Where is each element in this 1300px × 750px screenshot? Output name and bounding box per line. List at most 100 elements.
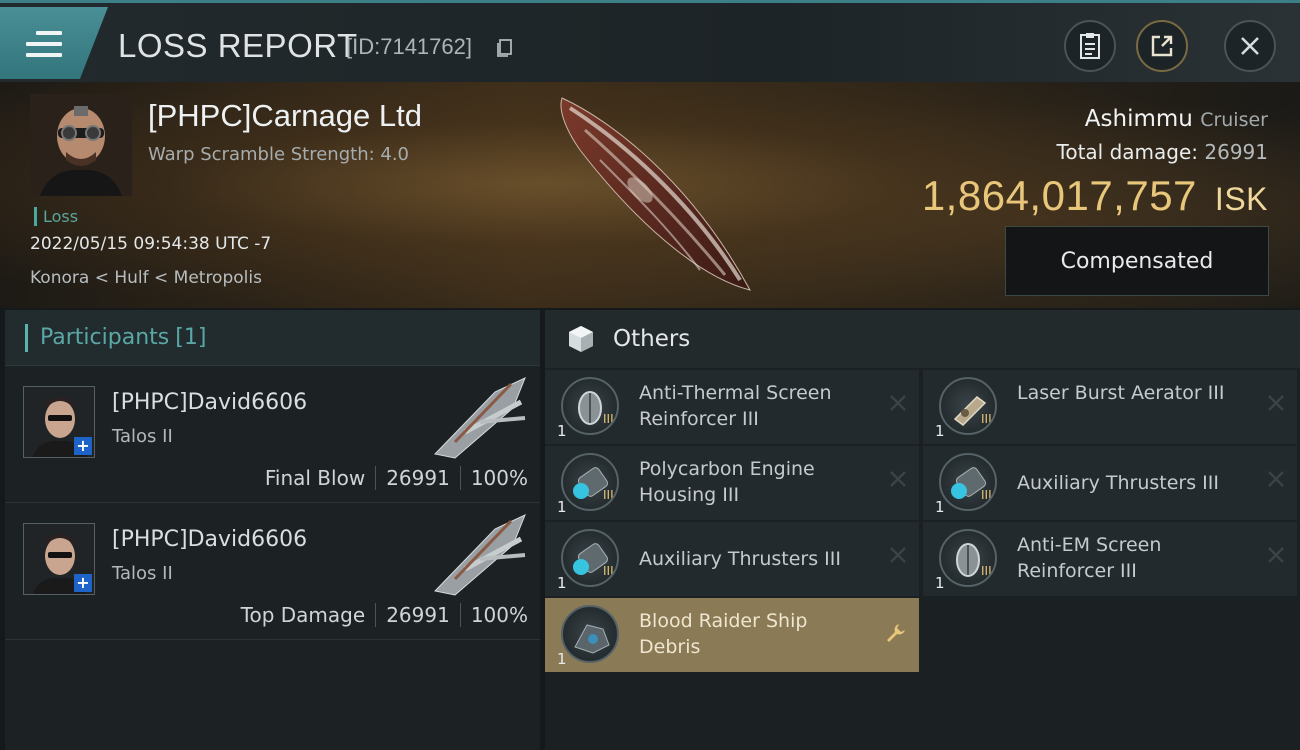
close-button[interactable] xyxy=(1224,20,1276,72)
debris-icon xyxy=(561,605,619,663)
stat-divider xyxy=(375,466,377,490)
header-bar: LOSS REPORT [ID:7141762] xyxy=(0,0,1300,82)
plus-icon: + xyxy=(74,437,92,455)
isk-amount: 1,864,017,757 xyxy=(921,172,1197,219)
svg-text:III: III xyxy=(981,488,992,502)
thruster-module-icon: III xyxy=(561,529,619,587)
participants-panel: Participants [1] + [PHPC]David6606 Talos… xyxy=(5,310,540,750)
svg-text:III: III xyxy=(981,412,992,426)
page-title: LOSS REPORT xyxy=(118,27,358,64)
stat-divider xyxy=(459,466,461,490)
participant-avatar[interactable]: + xyxy=(23,386,95,458)
item-quantity: 1 xyxy=(935,422,945,440)
share-button[interactable] xyxy=(1136,20,1188,72)
pilot-portrait-image xyxy=(30,94,132,196)
total-damage-value: 26991 xyxy=(1204,140,1268,164)
others-panel: Others III 1 Anti-Thermal Screen Reinfor… xyxy=(545,310,1300,750)
item-slot[interactable]: III 1 Polycarbon Engine Housing III xyxy=(545,446,919,520)
menu-icon xyxy=(26,31,62,59)
item-name: Polycarbon Engine Housing III xyxy=(639,458,815,506)
others-header: Others xyxy=(545,310,1300,368)
victim-portrait[interactable] xyxy=(30,94,132,196)
participant-name[interactable]: [PHPC]David6606 xyxy=(112,527,307,552)
others-title: Others xyxy=(613,326,691,352)
wrench-icon[interactable] xyxy=(885,622,907,644)
menu-button[interactable] xyxy=(0,7,108,79)
item-slot[interactable]: III 1 Laser Burst Aerator III xyxy=(923,370,1297,444)
destroyed-x-icon xyxy=(1268,471,1284,487)
participant-ship-image xyxy=(434,514,526,596)
isk-value: 1,864,017,757 ISK xyxy=(922,172,1268,220)
shield-module-icon: III xyxy=(561,377,619,435)
item-quantity: 1 xyxy=(935,498,945,516)
destroyed-x-icon xyxy=(890,547,906,563)
participant-stats: Top Damage 26991 100% xyxy=(241,603,528,627)
participants-title: Participants xyxy=(40,325,170,350)
item-slot[interactable]: III 1 Auxiliary Thrusters III xyxy=(545,522,919,596)
aerator-module-icon: III xyxy=(939,377,997,435)
svg-text:III: III xyxy=(603,488,614,502)
participant-role: Final Blow xyxy=(264,466,366,490)
item-quantity: 1 xyxy=(557,574,567,592)
victim-ship-name[interactable]: Ashimmu Cruiser xyxy=(1085,106,1268,132)
participant-name[interactable]: [PHPC]David6606 xyxy=(112,390,307,415)
total-damage-label: Total damage: xyxy=(1056,140,1199,164)
participant-row[interactable]: + [PHPC]David6606 Talos II Final Blow 26… xyxy=(5,366,540,503)
clipboard-icon xyxy=(1080,33,1100,59)
destroyed-x-icon xyxy=(1268,395,1284,411)
participant-ship: Talos II xyxy=(112,426,173,447)
participant-role: Top Damage xyxy=(240,603,366,627)
participant-damage: 26991 xyxy=(386,603,450,627)
participant-percent: 100% xyxy=(470,603,528,627)
ship-name: Ashimmu xyxy=(1084,106,1193,132)
item-name: Auxiliary Thrusters III xyxy=(1017,472,1219,494)
victim-name[interactable]: [PHPC]Carnage Ltd xyxy=(148,98,422,134)
stat-divider xyxy=(459,603,461,627)
item-name: Auxiliary Thrusters III xyxy=(639,548,841,570)
item-slot[interactable]: III 1 Auxiliary Thrusters III xyxy=(923,446,1297,520)
copy-icon[interactable] xyxy=(495,38,513,58)
clipboard-button[interactable] xyxy=(1064,20,1116,72)
item-quantity: 1 xyxy=(557,422,567,440)
participant-ship: Talos II xyxy=(112,563,173,584)
destroyed-x-icon xyxy=(890,395,906,411)
participant-percent: 100% xyxy=(470,466,528,490)
stat-divider xyxy=(375,603,377,627)
item-name: Blood Raider Ship Debris xyxy=(639,610,808,658)
compensated-button[interactable]: Compensated xyxy=(1005,226,1269,296)
participants-header: Participants [1] xyxy=(5,310,540,366)
svg-text:III: III xyxy=(981,564,992,578)
item-quantity: 1 xyxy=(557,498,567,516)
participant-row[interactable]: + [PHPC]David6606 Talos II Top Damage 26… xyxy=(5,503,540,640)
header-accent-bar xyxy=(25,323,28,352)
ship-class: Cruiser xyxy=(1200,109,1268,131)
report-id: [ID:7141762] xyxy=(346,34,472,59)
participant-avatar[interactable]: + xyxy=(23,523,95,595)
item-quantity: 1 xyxy=(935,574,945,592)
item-quantity: 1 xyxy=(557,650,567,668)
participant-damage: 26991 xyxy=(386,466,450,490)
close-icon xyxy=(1241,37,1259,55)
victim-ship-image xyxy=(560,97,751,291)
item-slot[interactable]: III 1 Anti-Thermal Screen Reinforcer III xyxy=(545,370,919,444)
participant-stats: Final Blow 26991 100% xyxy=(265,466,528,490)
loss-location[interactable]: Konora < Hulf < Metropolis xyxy=(30,268,262,288)
item-slot[interactable]: 1 Blood Raider Ship Debris xyxy=(545,598,919,672)
loss-tag: Loss xyxy=(34,207,78,226)
svg-text:III: III xyxy=(603,412,614,426)
engine-module-icon: III xyxy=(561,453,619,511)
warp-scramble-strength: Warp Scramble Strength: 4.0 xyxy=(148,144,410,165)
participant-ship-image xyxy=(434,377,526,459)
total-damage: Total damage: 26991 xyxy=(1057,140,1268,164)
participants-count: [1] xyxy=(175,325,207,350)
item-slot[interactable]: III 1 Anti-EM Screen Reinforcer III xyxy=(923,522,1297,596)
cube-icon xyxy=(569,326,593,352)
thruster-module-icon: III xyxy=(939,453,997,511)
item-name: Anti-Thermal Screen Reinforcer III xyxy=(639,382,832,430)
destroyed-x-icon xyxy=(1268,547,1284,563)
svg-text:III: III xyxy=(603,564,614,578)
item-name: Laser Burst Aerator III xyxy=(1017,382,1225,404)
plus-icon: + xyxy=(74,574,92,592)
isk-unit: ISK xyxy=(1214,181,1268,217)
share-icon xyxy=(1151,35,1173,57)
